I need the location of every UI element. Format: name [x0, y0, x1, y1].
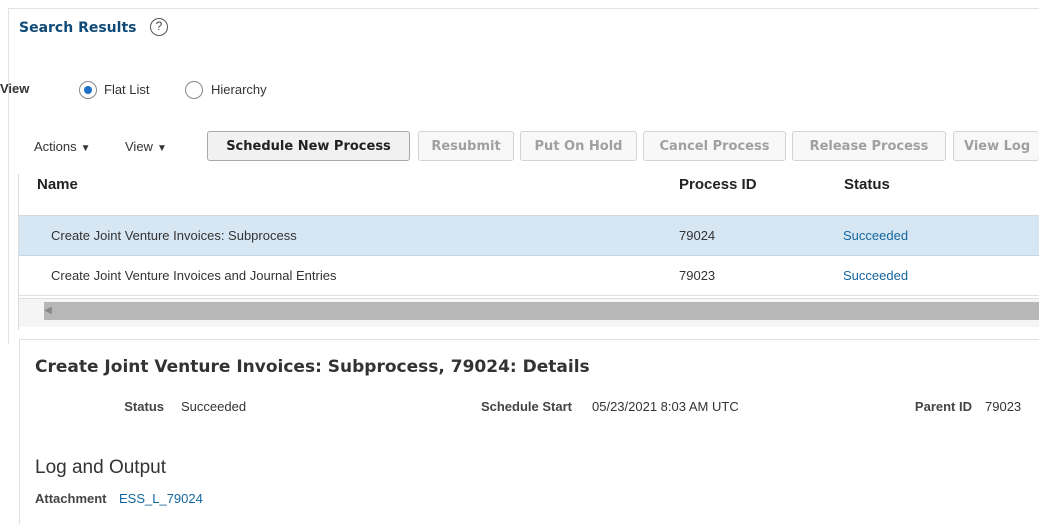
log-and-output-heading: Log and Output — [35, 457, 166, 478]
parent-id-value: 79023 — [985, 399, 1022, 414]
panel-left-border — [8, 8, 9, 344]
row-name: Create Joint Venture Invoices and Journa… — [51, 268, 337, 283]
row-process-id: 79023 — [679, 268, 716, 283]
details-title: Create Joint Venture Invoices: Subproces… — [35, 357, 590, 377]
parent-id-label: Parent ID — [914, 399, 972, 414]
flat-list-label[interactable]: Flat List — [104, 82, 150, 97]
panel-top-border — [8, 8, 1039, 9]
table-row[interactable]: Create Joint Venture Invoices and Journa… — [19, 256, 1039, 296]
chevron-down-icon: ▼ — [156, 143, 167, 154]
schedule-new-process-button[interactable]: Schedule New Process — [207, 131, 410, 161]
resubmit-button[interactable]: Resubmit — [418, 131, 514, 161]
put-on-hold-button[interactable]: Put On Hold — [520, 131, 637, 161]
view-toggle-label: View — [0, 81, 30, 96]
row-name: Create Joint Venture Invoices: Subproces… — [51, 228, 297, 243]
attachment-label: Attachment — [35, 491, 107, 506]
status-label: Status — [124, 399, 164, 414]
hierarchy-label[interactable]: Hierarchy — [211, 82, 267, 97]
hierarchy-radio[interactable] — [185, 81, 203, 99]
schedule-start-label: Schedule Start — [480, 399, 572, 414]
row-process-id: 79024 — [679, 228, 716, 243]
column-header-name[interactable]: Name — [37, 176, 78, 193]
release-process-button[interactable]: Release Process — [792, 131, 946, 161]
scrollbar-thumb[interactable] — [44, 302, 1039, 320]
search-results-title: Search Results — [19, 20, 137, 36]
view-menu-label: View — [125, 139, 153, 154]
flat-list-radio[interactable] — [79, 81, 97, 99]
column-header-status[interactable]: Status — [844, 176, 890, 193]
column-header-process-id[interactable]: Process ID — [679, 176, 757, 193]
actions-menu-label: Actions — [34, 139, 77, 154]
cancel-process-button[interactable]: Cancel Process — [643, 131, 786, 161]
help-icon[interactable]: ? — [150, 18, 168, 36]
view-menu[interactable]: View ▼ — [125, 139, 167, 154]
row-status-link[interactable]: Succeeded — [843, 268, 908, 283]
chevron-down-icon: ▼ — [80, 143, 91, 154]
actions-menu[interactable]: Actions ▼ — [34, 139, 91, 154]
view-log-button[interactable]: View Log — [953, 131, 1039, 161]
table-row[interactable]: Create Joint Venture Invoices: Subproces… — [19, 216, 1039, 256]
status-value: Succeeded — [181, 399, 247, 414]
attachment-link[interactable]: ESS_L_79024 — [119, 491, 203, 506]
scroll-left-icon[interactable]: ◀ — [38, 301, 58, 321]
schedule-start-value: 05/23/2021 8:03 AM UTC — [592, 399, 739, 414]
row-status-link[interactable]: Succeeded — [843, 228, 908, 243]
